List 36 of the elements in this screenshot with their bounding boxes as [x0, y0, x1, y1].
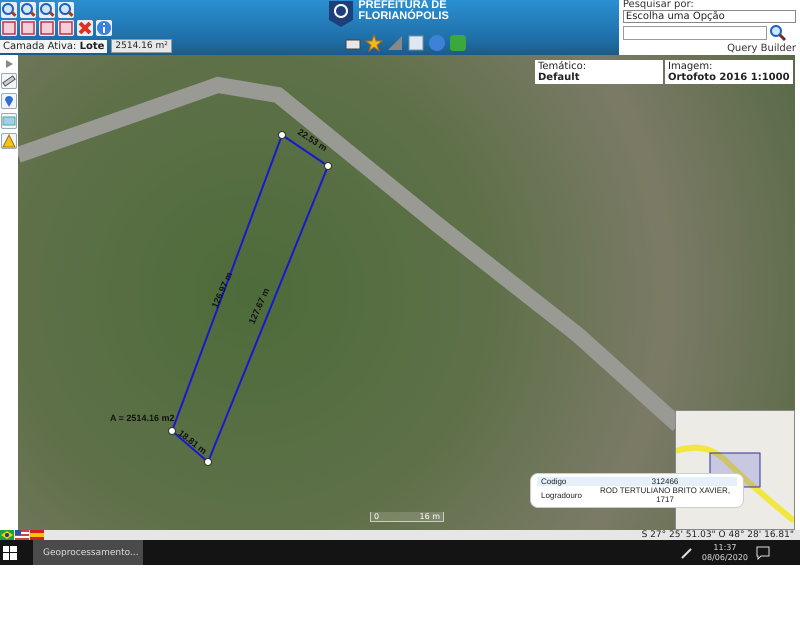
popup-field-value: ROD TERTULIANO BRITO XAVIER, 1717 [598, 486, 732, 504]
city-hall-title: FLORIANÓPOLIS [358, 11, 449, 22]
scale-end-label: 16 m [419, 512, 440, 521]
popup-field-name: Codigo [540, 477, 568, 486]
query-builder-link[interactable]: Query Builder [622, 43, 796, 54]
imagery-label: Imagem: [668, 61, 712, 72]
thematic-label: Temático: [538, 61, 588, 72]
usa-flag-icon[interactable] [15, 530, 29, 540]
cursor-coordinates: S 27° 25' 51.03" O 48° 28' 16.81" [642, 530, 795, 540]
clock-date: 08/06/2020 [702, 552, 748, 562]
taskbar-app-button[interactable]: Geoprocessamento... [33, 540, 143, 565]
popup-field-name: Logradouro [540, 490, 583, 500]
city-emblem-icon [328, 0, 354, 28]
spain-flag-icon[interactable] [30, 530, 44, 540]
windows-start-icon[interactable] [3, 546, 17, 560]
brazil-flag-icon[interactable] [0, 530, 14, 540]
active-layer-label: Camada Ativa: Lote [0, 40, 108, 52]
popup-field-value: 312466 [650, 477, 680, 486]
map-pin-icon[interactable] [1, 93, 17, 109]
search-field[interactable] [622, 26, 767, 40]
warning-icon[interactable] [1, 133, 17, 149]
scale-start-label: 0 [374, 512, 380, 521]
area-readout: 2514.16 m² [111, 39, 172, 53]
close-icon[interactable] [77, 20, 93, 36]
star-icon[interactable] [365, 34, 384, 52]
expand-arrow-icon[interactable] [4, 59, 14, 69]
imagery-value: Ortofoto 2016 1:1000 [668, 72, 790, 83]
info-icon[interactable] [96, 20, 112, 36]
clock-time: 11:37 [713, 542, 736, 552]
map-layers-icon[interactable] [1, 113, 17, 129]
search-type-dropdown[interactable]: Escolha uma Opção [622, 10, 796, 23]
thematic-value: Default [538, 72, 581, 83]
notification-icon[interactable] [756, 546, 770, 560]
ruler-icon[interactable] [1, 73, 17, 89]
area-label: A = 2514.16 m2 [110, 413, 174, 423]
search-icon[interactable] [768, 24, 787, 42]
